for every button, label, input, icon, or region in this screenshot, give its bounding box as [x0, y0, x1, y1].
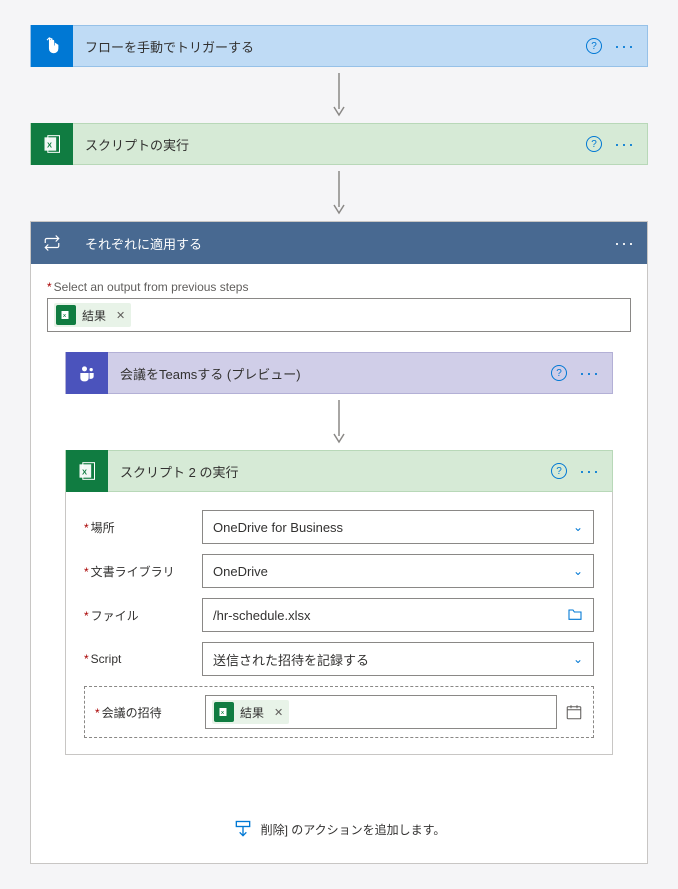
excel-icon: X	[214, 702, 234, 722]
trigger-icon	[31, 25, 73, 67]
output-select-label: *Select an output from previous steps	[47, 280, 631, 294]
location-label: *場所	[84, 519, 202, 536]
help-icon[interactable]: ?	[551, 365, 567, 381]
more-icon[interactable]: ···	[614, 238, 635, 248]
svg-text:X: X	[221, 710, 224, 715]
script2-card: X スクリプト 2 の実行 ? ··· *場所 OneDrive for Bus…	[65, 450, 613, 755]
trigger-title: フローを手動でトリガーする	[73, 37, 586, 56]
excel-icon: X	[66, 450, 108, 492]
apply-to-each-title: それぞれに適用する	[73, 234, 614, 253]
chevron-down-icon: ⌄	[573, 652, 583, 666]
help-icon[interactable]: ?	[551, 463, 567, 479]
teams-title: 会議をTeamsする (プレビュー)	[108, 364, 551, 383]
file-label: *ファイル	[84, 607, 202, 624]
apply-to-each-header[interactable]: それぞれに適用する ···	[31, 222, 647, 264]
output-select-input[interactable]: X 結果 ✕	[47, 298, 631, 332]
script-card[interactable]: X スクリプトの実行 ? ···	[30, 123, 648, 165]
folder-icon[interactable]	[567, 607, 583, 624]
script2-title: スクリプト 2 の実行	[108, 462, 551, 481]
script-label: *Script	[84, 652, 202, 666]
connector-arrow	[65, 394, 613, 450]
more-icon[interactable]: ···	[579, 466, 600, 476]
chevron-down-icon: ⌄	[573, 564, 583, 578]
meeting-input[interactable]: X 結果 ✕	[205, 695, 557, 729]
script-title: スクリプトの実行	[73, 135, 586, 154]
teams-meeting-card[interactable]: 会議をTeamsする (プレビュー) ? ···	[65, 352, 613, 394]
location-select[interactable]: OneDrive for Business ⌄	[202, 510, 594, 544]
trigger-card[interactable]: フローを手動でトリガーする ? ···	[30, 25, 648, 67]
svg-text:X: X	[82, 467, 87, 476]
more-icon[interactable]: ···	[614, 41, 635, 51]
remove-token-icon[interactable]: ✕	[116, 309, 125, 322]
more-icon[interactable]: ···	[614, 139, 635, 149]
script2-header[interactable]: X スクリプト 2 の実行 ? ···	[65, 450, 613, 492]
meeting-label: *会議の招待	[95, 704, 205, 721]
svg-text:X: X	[47, 140, 52, 149]
connector-arrow	[30, 165, 648, 221]
excel-icon: X	[56, 305, 76, 325]
add-action-label: 削除] のアクションを追加します。	[261, 821, 446, 838]
connector-arrow	[30, 67, 648, 123]
library-select[interactable]: OneDrive ⌄	[202, 554, 594, 588]
more-icon[interactable]: ···	[579, 368, 600, 378]
dynamic-content-icon[interactable]	[565, 703, 583, 721]
excel-icon: X	[31, 123, 73, 165]
loop-icon	[31, 222, 73, 264]
remove-token-icon[interactable]: ✕	[274, 706, 283, 719]
chevron-down-icon: ⌄	[573, 520, 583, 534]
teams-icon	[66, 352, 108, 394]
svg-text:X: X	[63, 313, 66, 318]
file-input[interactable]: /hr-schedule.xlsx	[202, 598, 594, 632]
token-result[interactable]: X 結果 ✕	[212, 700, 289, 724]
token-result[interactable]: X 結果 ✕	[54, 303, 131, 327]
help-icon[interactable]: ?	[586, 38, 602, 54]
library-label: *文書ライブラリ	[84, 563, 202, 580]
help-icon[interactable]: ?	[586, 136, 602, 152]
add-action-button[interactable]: 削除] のアクションを追加します。	[47, 805, 631, 841]
script-select[interactable]: 送信された招待を記録する ⌄	[202, 642, 594, 676]
apply-to-each-container: それぞれに適用する ··· *Select an output from pre…	[30, 221, 648, 864]
